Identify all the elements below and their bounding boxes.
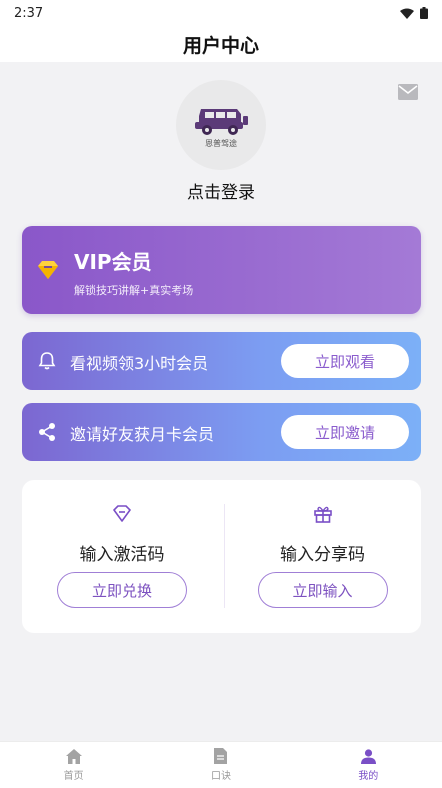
invite-friends-text: 邀请好友获月卡会员 bbox=[70, 425, 215, 444]
share-code-label: 输入分享码 bbox=[280, 545, 365, 565]
home-icon bbox=[65, 748, 82, 764]
activation-code-section: 输入激活码 立即兑换 bbox=[22, 480, 222, 633]
battery-icon bbox=[420, 7, 428, 19]
tab-home-label: 首页 bbox=[63, 770, 84, 782]
tab-mnemonics[interactable]: 口诀 bbox=[147, 742, 294, 788]
title-bar: 用户中心 bbox=[0, 26, 442, 62]
wifi-icon bbox=[400, 8, 414, 19]
tab-mine[interactable]: 我的 bbox=[295, 742, 442, 788]
diamond-badge-icon bbox=[38, 261, 58, 279]
vip-subtitle: 解锁技巧讲解+真实考场 bbox=[74, 284, 194, 297]
document-icon bbox=[214, 748, 228, 764]
tab-home[interactable]: 首页 bbox=[0, 742, 147, 788]
status-time: 2:37 bbox=[14, 5, 44, 21]
diamond-icon bbox=[113, 505, 131, 522]
watch-video-banner: 看视频领3小时会员 立即观看 bbox=[22, 332, 421, 390]
tab-mine-label: 我的 bbox=[358, 770, 379, 782]
status-bar: 2:37 bbox=[0, 0, 442, 26]
tab-mnemonics-label: 口诀 bbox=[210, 771, 231, 782]
page-title: 用户中心 bbox=[182, 34, 259, 57]
gift-icon bbox=[313, 506, 332, 523]
share-icon bbox=[39, 423, 55, 441]
avatar-caption: 恩普驾途 bbox=[205, 138, 237, 148]
redeem-button[interactable]: 立即兑换 bbox=[57, 572, 187, 608]
mail-icon[interactable] bbox=[398, 84, 418, 100]
person-icon bbox=[360, 748, 376, 764]
avatar[interactable]: 恩普驾途 bbox=[176, 80, 266, 170]
login-link[interactable]: 点击登录 bbox=[0, 178, 442, 203]
enter-code-button[interactable]: 立即输入 bbox=[257, 572, 388, 608]
invite-now-button[interactable]: 立即邀请 bbox=[281, 415, 409, 449]
code-card: 输入激活码 立即兑换 输入分享码 立即输入 bbox=[22, 480, 421, 633]
vip-title: VIP会员 bbox=[74, 250, 152, 274]
watch-video-text: 看视频领3小时会员 bbox=[70, 354, 209, 373]
bottom-tab-bar: 首页 口诀 我的 bbox=[0, 741, 442, 788]
status-icons bbox=[400, 7, 428, 19]
activation-code-label: 输入激活码 bbox=[79, 545, 165, 565]
car-logo-icon bbox=[195, 108, 248, 135]
watch-now-button[interactable]: 立即观看 bbox=[281, 344, 409, 378]
bell-icon bbox=[38, 352, 56, 370]
vip-card[interactable]: VIP会员 解锁技巧讲解+真实考场 bbox=[22, 226, 421, 314]
share-code-section: 输入分享码 立即输入 bbox=[224, 480, 421, 633]
invite-friends-banner: 邀请好友获月卡会员 立即邀请 bbox=[22, 403, 421, 461]
